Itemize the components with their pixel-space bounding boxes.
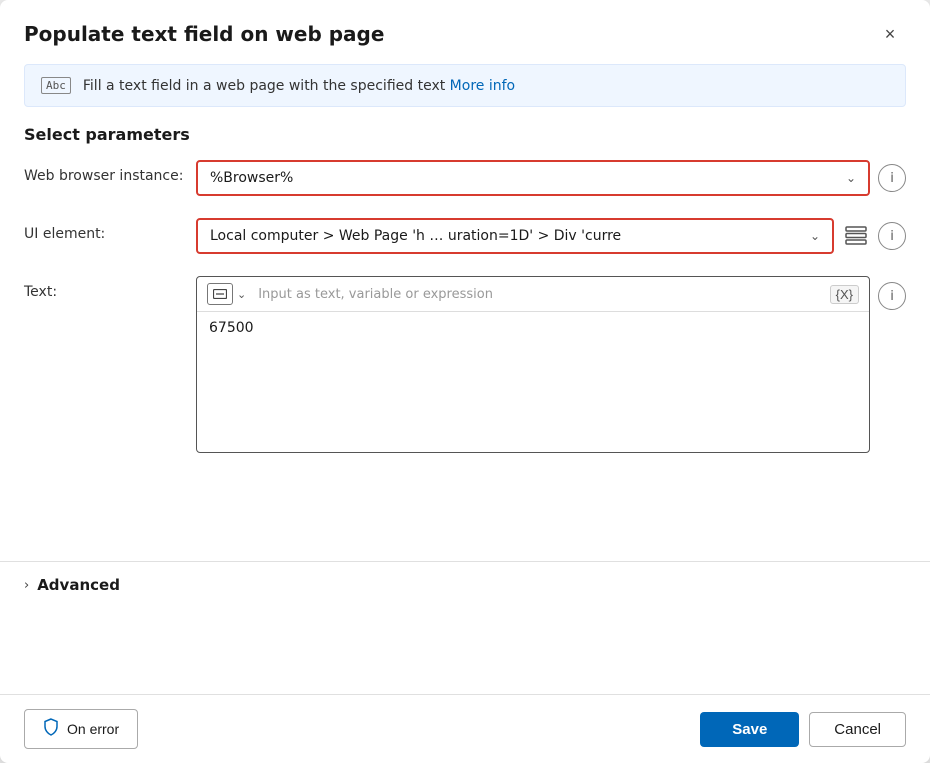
ui-element-chevron-icon: ⌄ [810,229,820,243]
info-banner: Abc Fill a text field in a web page with… [24,64,906,107]
ui-element-control: Local computer > Web Page 'h … uration=1… [196,218,906,254]
abc-icon: Abc [41,77,71,94]
banner-text: Fill a text field in a web page with the… [83,78,515,94]
text-toolbar: ⌄ Input as text, variable or expression … [197,277,869,312]
advanced-chevron-icon: › [24,578,29,593]
web-browser-control: %Browser% ⌄ i [196,160,906,196]
stack-layers-icon[interactable] [842,222,870,250]
text-input-wrapper: ⌄ Input as text, variable or expression … [196,276,870,453]
ui-element-row: UI element: Local computer > Web Page 'h… [24,218,906,254]
shield-icon [43,718,59,740]
close-button[interactable]: × [874,18,906,50]
section-title: Select parameters [0,125,930,160]
on-error-label: On error [67,721,119,737]
ui-element-info-icon[interactable]: i [878,222,906,250]
web-browser-row: Web browser instance: %Browser% ⌄ i [24,160,906,196]
expression-button[interactable]: {X} [830,285,859,304]
web-browser-info-icon[interactable]: i [878,164,906,192]
dialog-title: Populate text field on web page [24,22,384,46]
dialog-footer: On error Save Cancel [0,694,930,763]
browser-chevron-icon: ⌄ [846,171,856,185]
text-label: Text: [24,276,184,300]
footer-right: Save Cancel [700,712,906,747]
text-info-icon[interactable]: i [878,282,906,310]
toolbar-placeholder: Input as text, variable or expression [250,287,825,302]
ui-element-label: UI element: [24,218,184,242]
text-value: 67500 [209,320,254,336]
toolbar-chevron-icon[interactable]: ⌄ [237,288,246,301]
dialog-header: Populate text field on web page × [0,0,930,64]
on-error-button[interactable]: On error [24,709,138,749]
ui-element-select[interactable]: Local computer > Web Page 'h … uration=1… [196,218,834,254]
more-info-link[interactable]: More info [450,78,515,94]
text-mode-button[interactable] [207,283,233,305]
text-control: ⌄ Input as text, variable or expression … [196,276,906,453]
web-browser-select[interactable]: %Browser% ⌄ [196,160,870,196]
advanced-label: Advanced [37,576,120,594]
dialog: Populate text field on web page × Abc Fi… [0,0,930,763]
text-input-body[interactable]: 67500 [197,312,869,452]
cancel-button[interactable]: Cancel [809,712,906,747]
spacer [0,608,930,694]
params-area: Web browser instance: %Browser% ⌄ i UI e… [0,160,930,561]
advanced-section[interactable]: › Advanced [0,561,930,608]
text-row: Text: ⌄ Input as text, variable or expre… [24,276,906,453]
web-browser-label: Web browser instance: [24,160,184,184]
save-button[interactable]: Save [700,712,799,747]
